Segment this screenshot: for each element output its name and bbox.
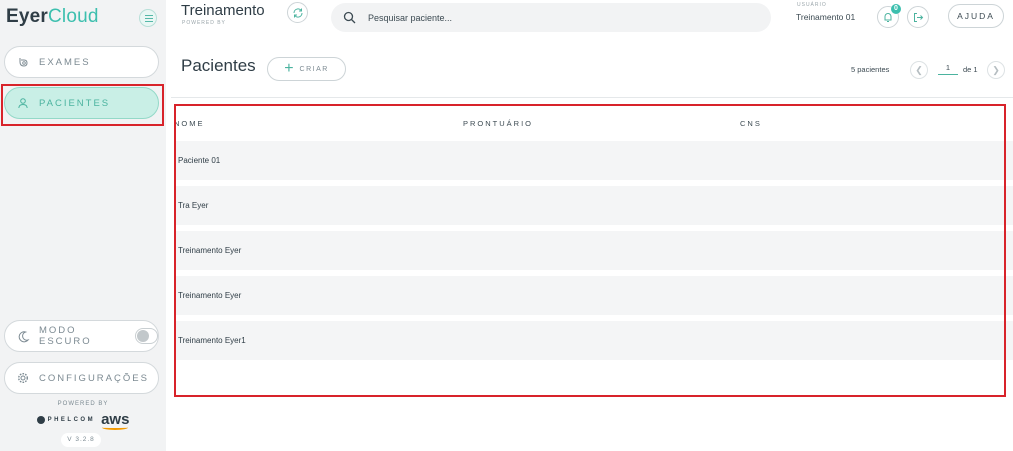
column-header-cns[interactable]: CNS xyxy=(740,119,762,128)
moon-icon xyxy=(17,330,30,343)
settings-button[interactable]: CONFIGURAÇÕES xyxy=(4,362,159,394)
cell-nome: Treinamento Eyer xyxy=(178,246,242,255)
menu-toggle-icon[interactable] xyxy=(139,9,157,27)
notification-badge: 0 xyxy=(891,4,901,14)
logo-main-text: Eyer xyxy=(6,6,49,27)
logout-button[interactable] xyxy=(907,6,929,28)
page-title: Pacientes xyxy=(181,56,256,75)
cell-nome: Treinamento Eyer1 xyxy=(178,336,246,345)
dark-mode-button[interactable]: MODO ESCURO xyxy=(4,320,159,352)
table-row[interactable]: Tra Eyer xyxy=(176,186,1013,225)
help-button[interactable]: AJUDA xyxy=(948,4,1004,28)
table-row[interactable]: Treinamento Eyer1 xyxy=(176,321,1013,360)
dark-mode-label: MODO ESCURO xyxy=(39,325,92,347)
search-icon xyxy=(343,11,356,24)
user-name[interactable]: Treinamento 01 xyxy=(796,12,855,22)
search-bar[interactable] xyxy=(331,3,771,32)
cell-nome: Paciente 01 xyxy=(178,156,221,165)
patient-count: 5 pacientes xyxy=(851,65,890,74)
header-powered-by: POWERED BY xyxy=(182,20,226,26)
page-number-input[interactable]: 1 xyxy=(938,63,958,75)
gear-icon xyxy=(17,372,29,384)
phelcom-mark-icon xyxy=(36,416,45,424)
logout-icon xyxy=(913,12,923,22)
cell-nome: Treinamento Eyer xyxy=(178,291,242,300)
notifications-button[interactable]: 0 xyxy=(877,4,901,28)
search-input[interactable] xyxy=(368,12,748,23)
person-icon xyxy=(17,97,29,109)
version-badge: V 3.2.8 xyxy=(61,433,101,447)
chevron-right-icon: ❯ xyxy=(992,64,1000,75)
refresh-button[interactable] xyxy=(287,2,308,23)
column-header-prontuario[interactable]: PRONTUÁRIO xyxy=(463,119,533,128)
dark-mode-toggle[interactable] xyxy=(134,328,158,344)
sidebar-item-exames[interactable]: EXAMES xyxy=(4,46,159,78)
cell-nome: Tra Eyer xyxy=(178,201,209,210)
settings-label: CONFIGURAÇÕES xyxy=(39,372,149,384)
sidebar: EyerCloud EXAMES PACIENTES MODO ESCURO C… xyxy=(0,0,166,451)
eye-drop-icon xyxy=(17,56,29,68)
column-header-nome[interactable]: NOME xyxy=(174,119,205,128)
sidebar-item-pacientes[interactable]: PACIENTES xyxy=(4,87,159,119)
user-label: USUÁRIO xyxy=(797,2,827,8)
powered-by-label: POWERED BY xyxy=(57,401,109,407)
sidebar-item-label: EXAMES xyxy=(39,56,91,68)
prev-page-button[interactable]: ❮ xyxy=(910,61,928,79)
app-logo[interactable]: EyerCloud xyxy=(6,6,99,28)
sidebar-item-label: PACIENTES xyxy=(39,97,111,109)
plus-icon: + xyxy=(284,60,294,77)
page-total: de 1 xyxy=(963,65,978,74)
create-label: CRIAR xyxy=(299,65,329,73)
create-patient-button[interactable]: + CRIAR xyxy=(267,57,346,81)
header-divider xyxy=(171,97,1013,98)
chevron-left-icon: ❮ xyxy=(915,64,923,75)
phelcom-text: PHELCOM xyxy=(47,417,96,423)
clinic-name: Treinamento xyxy=(181,2,265,19)
partner-logos: PHELCOM aws xyxy=(0,411,166,430)
table-row[interactable]: Treinamento Eyer xyxy=(176,231,1013,270)
refresh-icon xyxy=(292,7,303,18)
next-page-button[interactable]: ❯ xyxy=(987,61,1005,79)
table-row[interactable]: Treinamento Eyer xyxy=(176,276,1013,315)
logo-accent-text: Cloud xyxy=(48,6,99,27)
aws-logo: aws xyxy=(101,411,130,430)
table-row[interactable]: Paciente 01 xyxy=(176,141,1013,180)
phelcom-logo: PHELCOM xyxy=(36,416,96,424)
